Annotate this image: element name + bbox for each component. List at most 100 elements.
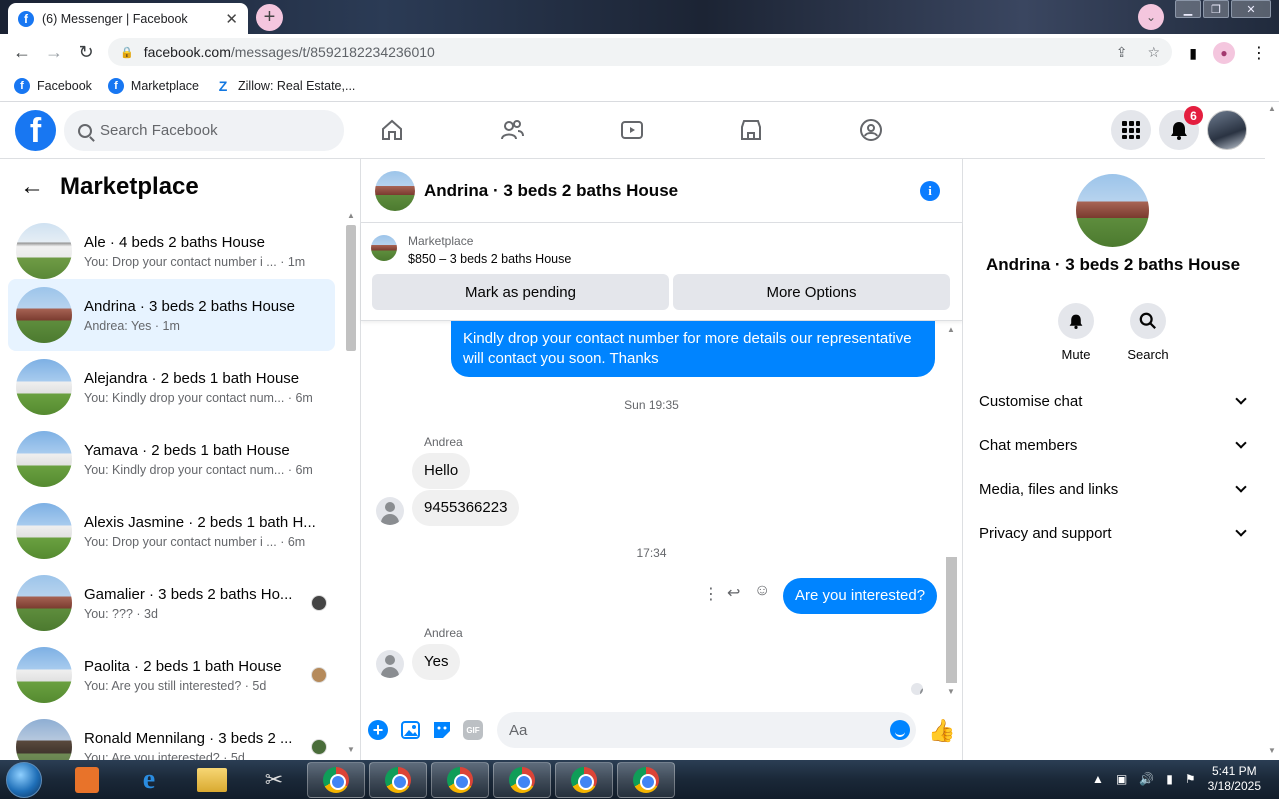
reply-icon[interactable]: ↩ xyxy=(727,583,740,603)
more-options-button[interactable]: More Options xyxy=(673,274,950,310)
share-icon[interactable]: ⇪ xyxy=(1116,44,1128,61)
gif-icon[interactable]: GIF xyxy=(463,720,483,740)
react-emoji-icon[interactable]: ☺ xyxy=(754,582,770,600)
network-device-icon[interactable]: ▣ xyxy=(1116,772,1127,786)
watch-icon[interactable] xyxy=(620,118,644,142)
listing-thumbnail xyxy=(16,431,72,487)
photo-icon[interactable] xyxy=(400,719,422,741)
scroll-up-icon[interactable]: ▲ xyxy=(1268,104,1276,113)
sticker-icon[interactable] xyxy=(431,719,453,741)
seen-receipt-avatar xyxy=(911,683,923,695)
conversation-item-active[interactable]: Andrina · 3 beds 2 baths House Andrea: Y… xyxy=(8,279,335,351)
back-arrow-icon[interactable]: ← xyxy=(20,173,44,201)
groups-icon[interactable] xyxy=(859,118,883,142)
power-icon[interactable]: ⚑ xyxy=(1185,772,1196,786)
seen-avatar xyxy=(311,595,327,611)
side-panel-icon[interactable]: ▮ xyxy=(1189,45,1197,62)
home-icon[interactable] xyxy=(380,118,404,142)
scrollbar-thumb[interactable] xyxy=(346,225,356,351)
friends-icon[interactable] xyxy=(500,118,524,142)
lock-icon[interactable]: 🔒 xyxy=(120,46,134,59)
bookmark-zillow[interactable]: Z Zillow: Real Estate,... xyxy=(215,78,356,94)
chrome-window-icon[interactable] xyxy=(493,762,551,798)
emoji-icon[interactable] xyxy=(890,720,910,740)
customise-chat-row[interactable]: Customise chat xyxy=(979,379,1251,423)
start-button[interactable] xyxy=(6,762,42,798)
scrollbar-thumb[interactable] xyxy=(946,557,957,683)
minimize-button[interactable]: ▁ xyxy=(1175,0,1201,18)
card-price[interactable]: $850 – 3 beds 2 baths House xyxy=(408,252,571,266)
conversation-item[interactable]: Alejandra · 2 beds 1 bath House You: Kin… xyxy=(8,351,335,423)
show-hidden-icons-icon[interactable]: ▲ xyxy=(1092,772,1104,786)
browser-tab[interactable]: f (6) Messenger | Facebook ✕ xyxy=(8,3,248,34)
url-path: /messages/t/8592182234236010 xyxy=(230,44,435,60)
menu-grid-icon[interactable] xyxy=(1111,110,1151,150)
incoming-message[interactable]: Hello xyxy=(412,453,471,489)
bookmark-marketplace[interactable]: f Marketplace xyxy=(107,77,199,94)
chat-avatar[interactable] xyxy=(375,170,415,211)
outgoing-message[interactable]: Are you interested? xyxy=(783,578,938,614)
privacy-support-row[interactable]: Privacy and support xyxy=(979,511,1251,555)
conversation-item[interactable]: Ale · 4 beds 2 baths House You: Drop you… xyxy=(8,215,335,287)
file-explorer-icon[interactable] xyxy=(183,762,241,798)
bookmark-facebook[interactable]: f Facebook xyxy=(14,77,92,94)
conversation-item[interactable]: Yamava · 2 beds 1 bath House You: Kindly… xyxy=(8,423,335,495)
chat-title[interactable]: Andrina · 3 beds 2 baths House xyxy=(424,181,678,201)
back-arrow-icon[interactable]: ← xyxy=(6,42,38,63)
chat-details-panel: Andrina · 3 beds 2 baths House Mute Sear… xyxy=(963,159,1265,760)
conversation-item[interactable]: Ronald Mennilang · 3 beds 2 ... You: Are… xyxy=(8,711,335,760)
info-icon[interactable]: i xyxy=(920,181,940,201)
thumbs-up-icon[interactable]: 👍 xyxy=(928,718,955,743)
incoming-message[interactable]: 9455366223 xyxy=(412,490,520,526)
close-window-button[interactable]: ✕ xyxy=(1231,0,1271,18)
conversation-item[interactable]: Gamalier · 3 beds 2 baths Ho... You: ???… xyxy=(8,567,335,639)
chat-profile-avatar[interactable] xyxy=(1076,174,1149,247)
scroll-down-icon[interactable]: ▼ xyxy=(1268,746,1276,755)
scroll-up-icon[interactable]: ▲ xyxy=(947,325,955,334)
plus-icon[interactable]: + xyxy=(368,720,388,740)
chrome-window-icon[interactable] xyxy=(555,762,613,798)
scroll-down-icon[interactable]: ▼ xyxy=(347,745,355,754)
signal-icon[interactable]: ▮ xyxy=(1166,772,1173,786)
volume-icon[interactable]: 🔊 xyxy=(1139,772,1154,786)
bookmark-star-icon[interactable]: ☆ xyxy=(1147,44,1160,61)
search-in-chat-button[interactable]: Search xyxy=(1118,303,1178,362)
internet-explorer-icon[interactable]: e xyxy=(120,762,178,798)
media-files-links-row[interactable]: Media, files and links xyxy=(979,467,1251,511)
marketplace-icon[interactable] xyxy=(739,118,763,142)
close-tab-icon[interactable]: ✕ xyxy=(225,10,238,28)
reload-icon[interactable]: ↻ xyxy=(70,42,102,63)
scroll-down-icon[interactable]: ▼ xyxy=(947,687,955,696)
conversation-list-scrollbar[interactable]: ▲ ▼ xyxy=(344,209,358,759)
chrome-window-icon[interactable] xyxy=(369,762,427,798)
listing-thumbnail[interactable] xyxy=(371,235,397,261)
snipping-tool-icon[interactable]: ✂ xyxy=(245,762,303,798)
search-input[interactable]: Search Facebook xyxy=(64,110,344,151)
page-scrollbar[interactable]: ▲ ▼ xyxy=(1265,102,1279,760)
profile-avatar-icon[interactable]: ● xyxy=(1213,42,1235,64)
conversation-item[interactable]: Alexis Jasmine · 2 beds 1 bath H... You:… xyxy=(8,495,335,567)
conversation-item[interactable]: Paolita · 2 beds 1 bath House You: Are y… xyxy=(8,639,335,711)
mute-button[interactable]: Mute xyxy=(1046,303,1106,362)
chrome-window-icon[interactable] xyxy=(307,762,365,798)
facebook-logo-icon[interactable]: f xyxy=(15,110,56,151)
thread-scrollbar[interactable]: ▲ ▼ xyxy=(944,325,959,701)
chat-members-row[interactable]: Chat members xyxy=(979,423,1251,467)
clock[interactable]: 5:41 PM 3/18/2025 xyxy=(1208,764,1261,794)
new-tab-button[interactable]: + xyxy=(256,4,283,31)
kebab-menu-icon[interactable]: ⋮ xyxy=(1251,43,1267,63)
tab-search-button[interactable]: ⌄ xyxy=(1138,4,1164,30)
maximize-button[interactable]: ❐ xyxy=(1203,0,1229,18)
more-actions-icon[interactable]: ⋮ xyxy=(703,584,719,604)
scroll-up-icon[interactable]: ▲ xyxy=(347,211,355,220)
message-input[interactable]: Aa xyxy=(497,712,916,748)
account-avatar[interactable] xyxy=(1207,110,1247,150)
incoming-message[interactable]: Yes xyxy=(412,644,461,680)
forward-arrow-icon[interactable]: → xyxy=(38,42,70,63)
mark-as-pending-button[interactable]: Mark as pending xyxy=(372,274,669,310)
media-player-icon[interactable] xyxy=(58,762,116,798)
chrome-window-icon[interactable] xyxy=(431,762,489,798)
chrome-window-icon[interactable] xyxy=(617,762,675,798)
outgoing-message[interactable]: Kindly drop your contact number for more… xyxy=(451,321,935,377)
address-bar[interactable]: 🔒 facebook.com/messages/t/85921822342360… xyxy=(108,38,1172,66)
